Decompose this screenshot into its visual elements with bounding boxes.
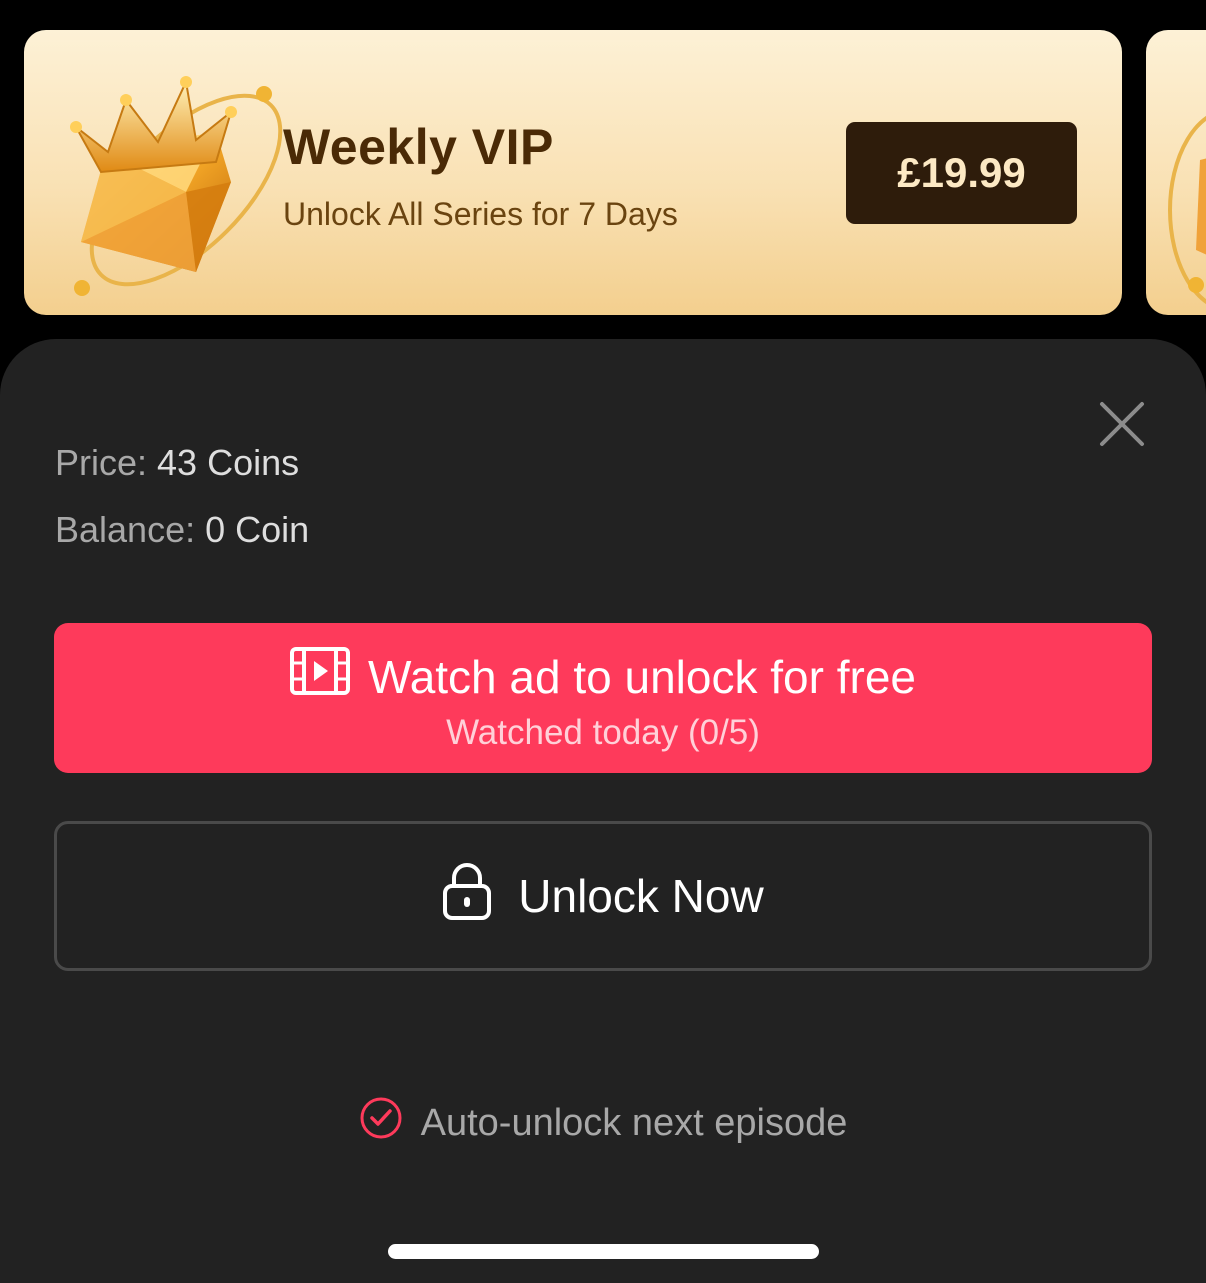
home-indicator[interactable] <box>388 1244 819 1259</box>
close-icon[interactable] <box>1098 400 1146 448</box>
next-plan-card[interactable] <box>1146 30 1206 315</box>
balance-info: Balance: 0 Coin <box>55 509 309 551</box>
vip-price-button[interactable]: £19.99 <box>846 122 1077 224</box>
check-circle-icon[interactable] <box>359 1096 403 1150</box>
watch-ad-main: Watch ad to unlock for free <box>54 647 1152 706</box>
vip-title: Weekly VIP <box>283 119 554 175</box>
unlock-now-label: Unlock Now <box>518 870 764 922</box>
watch-ad-count: Watched today (0/5) <box>446 713 760 752</box>
watch-ad-button[interactable]: Watch ad to unlock for free Watched toda… <box>54 623 1152 773</box>
screen: Weekly VIP Unlock All Series for 7 Days … <box>0 0 1206 1283</box>
unlock-now-button[interactable]: Unlock Now <box>54 821 1152 971</box>
price-label: Price: <box>55 442 158 483</box>
price-info: Price: 43 Coins <box>55 442 299 484</box>
crown-gem-icon <box>46 72 286 302</box>
vip-subtitle: Unlock All Series for 7 Days <box>283 196 678 232</box>
balance-value: 0 Coin <box>205 509 310 550</box>
vip-plan-card[interactable]: Weekly VIP Unlock All Series for 7 Days … <box>24 30 1122 315</box>
balance-label: Balance: <box>55 509 206 550</box>
crown-gem-icon <box>1160 90 1206 310</box>
lock-icon <box>442 862 492 931</box>
auto-unlock-toggle[interactable]: Auto-unlock next episode <box>0 1096 1206 1150</box>
auto-unlock-label: Auto-unlock next episode <box>420 1101 848 1144</box>
film-play-icon <box>289 647 350 706</box>
watch-ad-label: Watch ad to unlock for free <box>367 650 916 703</box>
price-value: 43 Coins <box>157 442 300 483</box>
